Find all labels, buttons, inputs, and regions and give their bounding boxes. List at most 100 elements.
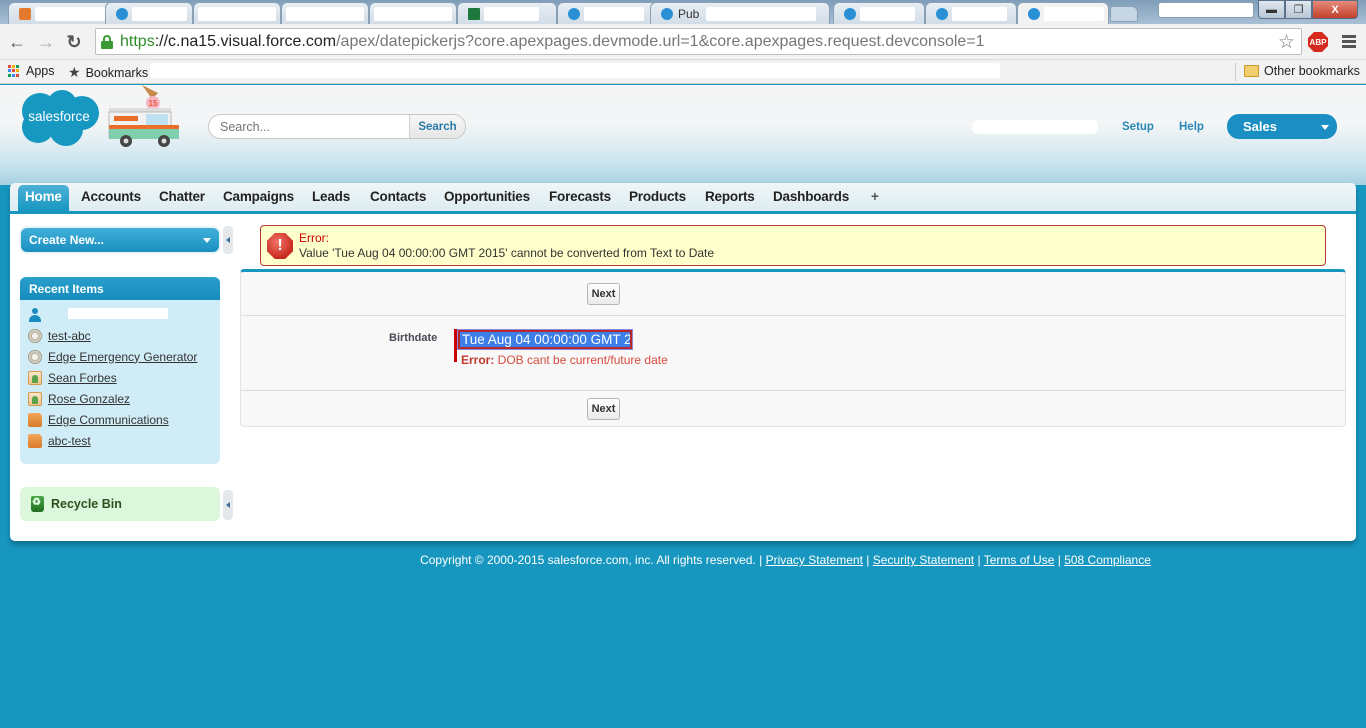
- restore-icon: ❐: [1293, 4, 1304, 16]
- back-arrow-icon: ←: [8, 32, 26, 52]
- sidebar-collapse-handle[interactable]: [223, 490, 233, 520]
- salesforce-logo[interactable]: salesforce: [18, 89, 100, 147]
- browser-tab[interactable]: [369, 2, 457, 24]
- tab-dashboards[interactable]: Dashboards: [773, 189, 849, 204]
- tab-accounts[interactable]: Accounts: [81, 189, 141, 204]
- birthdate-input[interactable]: Tue Aug 04 00:00:00 GMT 2015: [457, 329, 633, 350]
- main-panel: Home Accounts Chatter Campaigns Leads Co…: [10, 183, 1356, 541]
- svg-text:salesforce: salesforce: [28, 109, 90, 124]
- recent-item[interactable]: Edge Emergency Generator: [28, 346, 220, 367]
- forward-button[interactable]: →: [36, 32, 56, 52]
- folder-icon: [1244, 65, 1259, 77]
- url-text: https://c.na15.visual.force.com/apex/dat…: [120, 33, 985, 50]
- help-link[interactable]: Help: [1179, 121, 1204, 133]
- asset-icon: [28, 328, 42, 343]
- chrome-menu-icon[interactable]: [1342, 35, 1356, 50]
- error-title: Error:: [299, 231, 329, 245]
- browser-tab[interactable]: [557, 2, 657, 24]
- all-tabs-plus-icon[interactable]: +: [871, 189, 879, 204]
- salesforce-favicon-icon: [936, 8, 948, 20]
- forward-arrow-icon: →: [37, 32, 55, 52]
- tab-opportunities[interactable]: Opportunities: [444, 189, 530, 204]
- recent-item[interactable]: Edge Communications: [28, 409, 220, 430]
- apps-grid-icon: [8, 64, 21, 78]
- lock-icon: [101, 35, 113, 49]
- sidebar-collapse-handle[interactable]: [223, 226, 233, 254]
- other-bookmarks[interactable]: Other bookmarks: [1244, 64, 1360, 78]
- collapse-arrow-icon: [226, 237, 230, 243]
- setup-link[interactable]: Setup: [1122, 121, 1154, 133]
- tab-reports[interactable]: Reports: [705, 189, 755, 204]
- error-icon: !: [267, 233, 293, 259]
- salesforce-favicon-icon: [844, 8, 856, 20]
- adblock-plus-icon[interactable]: ABP: [1308, 32, 1328, 52]
- user-icon: [28, 307, 42, 322]
- star-icon: ★: [68, 64, 81, 80]
- browser-tab[interactable]: [281, 2, 369, 24]
- 508-compliance-link[interactable]: 508 Compliance: [1064, 553, 1151, 567]
- bookmarks-bar: Apps ★ Bookmarks Other bookmarks: [0, 60, 1366, 84]
- asset-icon: [28, 349, 42, 364]
- create-new-button[interactable]: Create New...: [21, 228, 219, 252]
- bookmark-star-icon[interactable]: ☆: [1278, 31, 1295, 54]
- account-icon: [28, 412, 42, 427]
- bookmarks-folder[interactable]: ★ Bookmarks: [68, 64, 148, 81]
- privacy-statement-link[interactable]: Privacy Statement: [766, 553, 863, 567]
- app-selector[interactable]: Sales: [1227, 114, 1337, 139]
- chevron-down-icon: [203, 238, 211, 243]
- next-button[interactable]: Next: [587, 398, 620, 420]
- tab-chatter[interactable]: Chatter: [159, 189, 205, 204]
- footer: Copyright © 2000-2015 salesforce.com, in…: [420, 553, 1151, 567]
- minimize-button[interactable]: ▬: [1258, 0, 1285, 19]
- search-input[interactable]: [209, 115, 411, 138]
- tab-forecasts[interactable]: Forecasts: [549, 189, 611, 204]
- bottom-button-row: Next: [241, 390, 1345, 427]
- tab-home[interactable]: Home: [18, 185, 69, 211]
- copyright-text: Copyright © 2000-2015 salesforce.com, in…: [420, 553, 763, 567]
- reload-button[interactable]: ↻: [64, 32, 84, 52]
- recent-item[interactable]: Sean Forbes: [28, 367, 220, 388]
- browser-tab[interactable]: [105, 2, 193, 24]
- search-button[interactable]: Search: [409, 115, 465, 138]
- global-search: Search: [208, 114, 466, 139]
- error-text: Value 'Tue Aug 04 00:00:00 GMT 2015' can…: [299, 246, 715, 260]
- recent-item[interactable]: abc-test: [28, 430, 220, 451]
- recent-item[interactable]: Rose Gonzalez: [28, 388, 220, 409]
- recent-item[interactable]: [28, 304, 220, 325]
- browser-tab[interactable]: [833, 2, 925, 24]
- page-block: Next Birthdate Tue Aug 04 00:00:00 GMT 2…: [240, 269, 1346, 427]
- next-button[interactable]: Next: [587, 283, 620, 305]
- recycle-bin-link[interactable]: Recycle Bin: [20, 487, 220, 521]
- close-button[interactable]: X: [1312, 0, 1358, 19]
- tab-leads[interactable]: Leads: [312, 189, 350, 204]
- apps-bookmark[interactable]: Apps: [8, 64, 55, 78]
- user-menu[interactable]: [972, 120, 1098, 134]
- minimize-icon: ▬: [1266, 3, 1277, 16]
- chevron-down-icon: [1321, 125, 1329, 130]
- tab-campaigns[interactable]: Campaigns: [223, 189, 294, 204]
- tab-products[interactable]: Products: [629, 189, 686, 204]
- salesforce-header: salesforce 15 Search Setup Help Sales: [0, 85, 1366, 185]
- app-tab-bar: Home Accounts Chatter Campaigns Leads Co…: [10, 183, 1356, 214]
- browser-tab-active[interactable]: [1017, 2, 1109, 24]
- new-tab-button[interactable]: [1110, 6, 1138, 22]
- browser-tab[interactable]: [193, 2, 281, 24]
- back-button[interactable]: ←: [7, 32, 27, 52]
- browser-tab[interactable]: [925, 2, 1017, 24]
- recent-item[interactable]: test-abc: [28, 325, 220, 346]
- ice-cream-truck-logo: 15: [108, 85, 179, 147]
- browser-tab[interactable]: [8, 2, 116, 24]
- top-button-row: Next: [241, 272, 1345, 316]
- salesforce-favicon-icon: [661, 8, 673, 20]
- recent-items-title: Recent Items: [20, 277, 220, 300]
- browser-tab[interactable]: [457, 2, 557, 24]
- terms-of-use-link[interactable]: Terms of Use: [984, 553, 1055, 567]
- address-bar[interactable]: https://c.na15.visual.force.com/apex/dat…: [95, 28, 1302, 55]
- tab-contacts[interactable]: Contacts: [370, 189, 426, 204]
- salesforce-favicon-icon: [1028, 8, 1040, 20]
- page-error-message: ! Error: Value 'Tue Aug 04 00:00:00 GMT …: [260, 225, 1326, 266]
- restore-button[interactable]: ❐: [1285, 0, 1312, 19]
- browser-tab[interactable]: Pub: [650, 2, 830, 24]
- profile-button[interactable]: [1158, 2, 1254, 18]
- security-statement-link[interactable]: Security Statement: [873, 553, 974, 567]
